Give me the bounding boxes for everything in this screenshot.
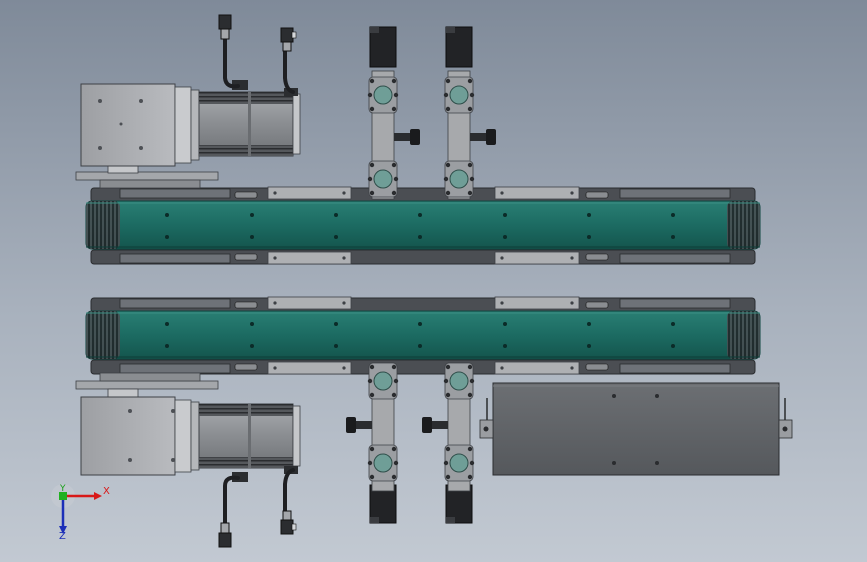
- upper-bracket-3: [267, 251, 352, 265]
- lower-gearbox: [80, 396, 176, 476]
- coordinate-axes-icon: [51, 484, 102, 534]
- x-axis-label: X: [103, 486, 110, 497]
- cad-viewport[interactable]: X Y Z: [0, 0, 867, 562]
- upper-bracket-2: [494, 186, 580, 200]
- upper-servo-motor: [75, 80, 301, 189]
- z-axis-label: Z: [59, 531, 66, 542]
- lower-cylinder-right: [422, 362, 475, 524]
- conveyor-assembly-drawing[interactable]: [0, 0, 867, 562]
- lower-cable-connectors: [218, 510, 297, 548]
- upper-conveyor: [85, 186, 761, 265]
- upper-gearbox: [80, 83, 176, 167]
- upper-cylinder-left: [367, 26, 420, 200]
- upper-cylinder-right: [443, 26, 496, 200]
- upper-bracket-4: [494, 251, 580, 265]
- lower-conveyor: [85, 296, 761, 375]
- upper-cable-connectors: [218, 14, 297, 52]
- control-box: [479, 382, 793, 476]
- pneumatic-cylinders: [346, 26, 496, 524]
- lower-servo-motor: [75, 372, 301, 482]
- upper-bracket-1: [267, 186, 352, 200]
- y-axis-label: Y: [60, 484, 66, 494]
- upper-belt: [85, 200, 761, 250]
- lower-belt: [85, 310, 761, 360]
- lower-cylinder-left: [346, 362, 399, 524]
